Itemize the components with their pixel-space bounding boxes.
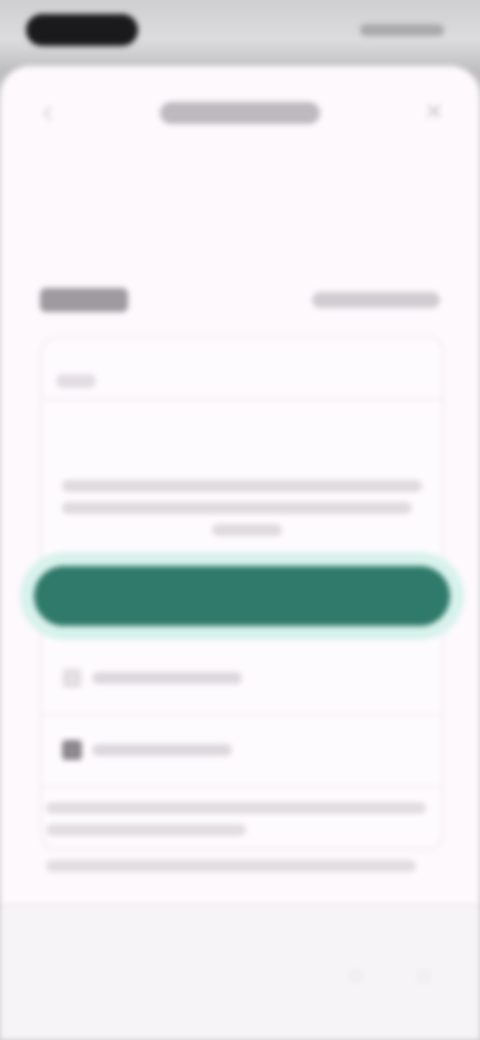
primary-action-button[interactable] (34, 566, 450, 626)
option-label (92, 672, 242, 684)
option-outline-icon: ▢ (62, 668, 82, 688)
notice-text (62, 476, 422, 540)
back-chevron-icon[interactable]: ‹ (26, 90, 70, 134)
status-bar (0, 0, 480, 62)
status-icons (360, 24, 444, 36)
option-row[interactable]: ▢ (42, 642, 442, 716)
status-time (26, 14, 138, 46)
option-filled-icon: ■ (62, 740, 82, 760)
toolbar-action-icon[interactable]: ◌ (340, 960, 372, 992)
toolbar-action-icon[interactable]: ◌ (408, 960, 440, 992)
screen: ‹ × ▢ ■ ◌ ◌ (0, 0, 480, 1040)
option-label (92, 744, 232, 756)
description-line (46, 860, 416, 872)
description-line (46, 824, 246, 836)
description-text (46, 794, 438, 874)
close-icon[interactable]: × (416, 94, 452, 130)
notice-line (212, 524, 282, 536)
bottom-sheet: ‹ × ▢ ■ ◌ ◌ (0, 66, 480, 1040)
notice-line (62, 502, 412, 514)
notice-line (62, 480, 422, 492)
description-line (46, 802, 426, 814)
sheet-header: ‹ × (0, 66, 480, 166)
option-row[interactable]: ■ (42, 714, 442, 788)
sheet-title (160, 102, 320, 124)
input-field-label (56, 374, 96, 388)
bottom-toolbar: ◌ ◌ (0, 904, 480, 1040)
section-title (40, 288, 128, 312)
section-header (40, 288, 440, 318)
section-link[interactable] (312, 292, 440, 308)
input-field[interactable] (42, 358, 442, 400)
form-card: ▢ ■ (34, 336, 450, 872)
